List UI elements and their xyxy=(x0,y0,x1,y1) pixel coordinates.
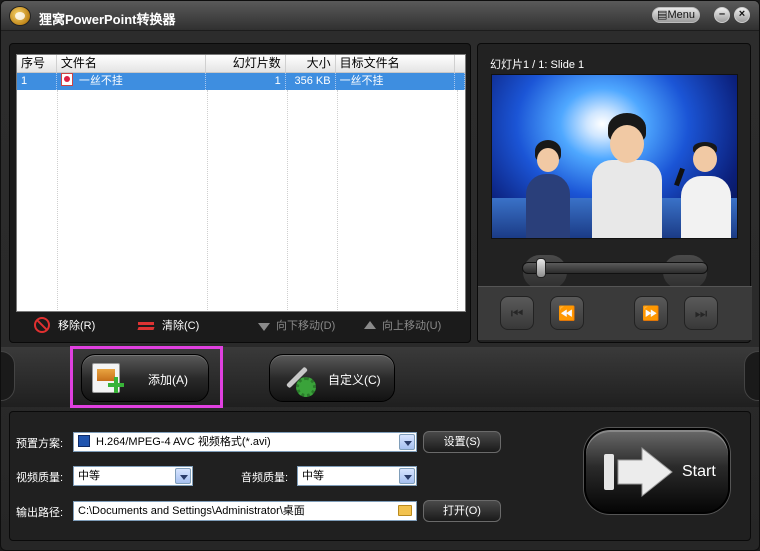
ppt-file-icon xyxy=(60,73,73,86)
column-header-index[interactable]: 序号 xyxy=(17,55,57,72)
row-filler xyxy=(455,73,465,90)
list-grid-lines xyxy=(17,90,465,311)
settings-button[interactable]: 设置(S) xyxy=(423,431,501,453)
player-controls: ⏮ ⏪ ⏩ ⏭ xyxy=(478,244,752,340)
file-list-header: 序号 文件名 幻灯片数 大小 目标文件名 xyxy=(17,55,465,73)
minimize-button[interactable]: – xyxy=(714,7,730,23)
remove-button[interactable]: 移除(R) xyxy=(34,316,95,336)
menu-label: Menu xyxy=(667,9,695,21)
remove-label: 移除(R) xyxy=(58,320,96,332)
skip-back-icon: ⏮ xyxy=(510,305,524,321)
audio-quality-value: 中等 xyxy=(302,470,324,482)
row-file-name: 一丝不挂 xyxy=(78,75,123,87)
arrow-up-icon xyxy=(364,321,376,329)
clear-icon xyxy=(138,319,154,333)
video-quality-select[interactable]: 中等 xyxy=(73,466,193,486)
band-notch-right xyxy=(744,351,759,401)
add-button[interactable]: 添加(A) xyxy=(81,354,209,402)
fast-forward-icon: ⏩ xyxy=(642,305,660,321)
preset-select[interactable]: H.264/MPEG-4 AVC 视频格式(*.avi) xyxy=(73,432,417,452)
chevron-down-icon[interactable] xyxy=(399,434,415,450)
rewind-button[interactable]: ⏪ xyxy=(550,296,584,330)
skip-forward-button[interactable]: ⏭ xyxy=(684,296,718,330)
add-label: 添加(A) xyxy=(148,373,188,387)
preview-panel: 幻灯片1 / 1: Slide 1 ⏮ ⏪ ⏩ ⏭ xyxy=(477,43,752,343)
arrow-down-icon xyxy=(258,323,270,331)
output-path-field[interactable]: C:\Documents and Settings\Administrator\… xyxy=(73,501,417,521)
column-header-target[interactable]: 目标文件名 xyxy=(336,55,456,72)
row-target: 一丝不挂 xyxy=(336,73,455,90)
start-button[interactable]: Start xyxy=(584,428,730,514)
file-list[interactable]: 序号 文件名 幻灯片数 大小 目标文件名 1 一丝不挂 1 356 KB 一丝不… xyxy=(16,54,466,312)
title-bar[interactable]: 狸窝PowerPoint转换器 ▤Menu – × xyxy=(1,1,759,31)
slide-preview-image xyxy=(491,74,738,239)
remove-icon xyxy=(34,317,50,333)
column-header-filler xyxy=(455,55,465,72)
column-header-file-name[interactable]: 文件名 xyxy=(57,55,207,72)
start-label: Start xyxy=(682,463,716,480)
file-list-panel: 序号 文件名 幻灯片数 大小 目标文件名 1 一丝不挂 1 356 KB 一丝不… xyxy=(9,43,471,343)
person-left xyxy=(520,138,576,238)
video-quality-value: 中等 xyxy=(78,470,100,482)
video-format-icon xyxy=(78,435,90,447)
audio-quality-select[interactable]: 中等 xyxy=(297,466,417,486)
move-down-label: 向下移动(D) xyxy=(276,320,336,332)
row-size: 356 KB xyxy=(286,73,336,90)
app-title: 狸窝PowerPoint转换器 xyxy=(39,12,176,27)
rewind-icon: ⏪ xyxy=(558,305,576,321)
skip-forward-icon: ⏭ xyxy=(694,305,708,321)
row-index: 1 xyxy=(17,73,57,90)
move-down-button[interactable]: 向下移动(D) xyxy=(258,316,335,336)
row-file-name-cell: 一丝不挂 xyxy=(57,73,207,90)
folder-icon[interactable] xyxy=(398,505,412,516)
person-right xyxy=(674,138,735,238)
clear-button[interactable]: 清除(C) xyxy=(138,316,199,336)
tools-icon xyxy=(282,363,316,397)
column-header-size[interactable]: 大小 xyxy=(286,55,336,72)
chevron-down-icon[interactable] xyxy=(399,468,415,484)
seek-thumb[interactable] xyxy=(536,258,547,278)
video-quality-label: 视频质量: xyxy=(16,472,64,484)
skip-back-button[interactable]: ⏮ xyxy=(500,296,534,330)
fast-forward-button[interactable]: ⏩ xyxy=(634,296,668,330)
close-button[interactable]: × xyxy=(734,7,750,23)
band-notch-left xyxy=(1,351,15,401)
preset-value: H.264/MPEG-4 AVC 视频格式(*.avi) xyxy=(96,436,271,448)
menu-button[interactable]: ▤Menu xyxy=(652,7,700,23)
menu-icon: ▤ xyxy=(657,9,668,21)
person-center xyxy=(588,113,666,238)
open-button[interactable]: 打开(O) xyxy=(423,500,501,522)
preset-label: 预置方案: xyxy=(16,438,64,450)
app-window: 狸窝PowerPoint转换器 ▤Menu – × 序号 文件名 幻灯片数 大小… xyxy=(0,0,760,551)
output-path-value: C:\Documents and Settings\Administrator\… xyxy=(78,505,305,517)
chevron-down-icon[interactable] xyxy=(175,468,191,484)
column-header-slides[interactable]: 幻灯片数 xyxy=(206,55,286,72)
seek-slider[interactable] xyxy=(522,262,708,274)
app-logo-icon xyxy=(9,6,31,26)
preview-slide-label: 幻灯片1 / 1: Slide 1 xyxy=(490,59,585,71)
list-toolbar: 移除(R) 清除(C) 向下移动(D) 向上移动(U) xyxy=(30,316,460,336)
audio-quality-label: 音频质量: xyxy=(241,472,289,484)
table-row[interactable]: 1 一丝不挂 1 356 KB 一丝不挂 xyxy=(17,73,465,90)
settings-panel: 预置方案: H.264/MPEG-4 AVC 视频格式(*.avi) 设置(S)… xyxy=(9,411,751,541)
start-arrow-icon xyxy=(604,446,673,498)
output-path-label: 输出路径: xyxy=(16,507,64,519)
customize-button[interactable]: 自定义(C) xyxy=(269,354,395,402)
plus-icon xyxy=(108,377,124,393)
move-up-button[interactable]: 向上移动(U) xyxy=(364,316,441,336)
customize-label: 自定义(C) xyxy=(328,373,381,387)
clear-label: 清除(C) xyxy=(162,320,200,332)
row-slides: 1 xyxy=(206,73,286,90)
move-up-label: 向上移动(U) xyxy=(382,320,442,332)
